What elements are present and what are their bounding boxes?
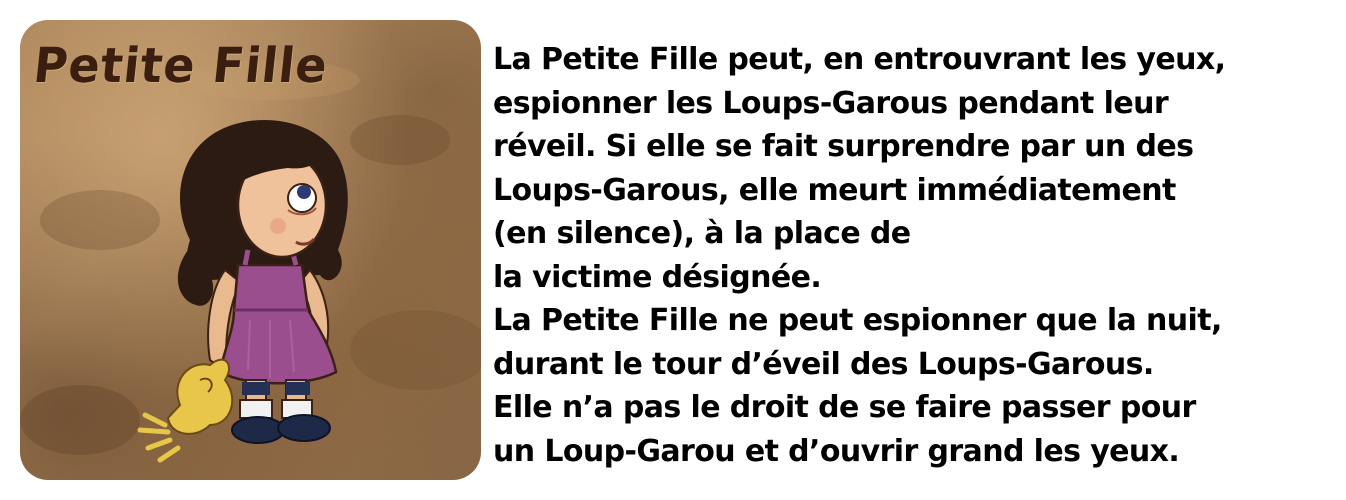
description-line: (en silence), à la place de — [493, 216, 911, 251]
description-line: La Petite Fille ne peut espionner que la… — [493, 303, 1222, 338]
description-line: espionner les Loups-Garous pendant leur — [493, 85, 1169, 121]
description-line: La Petite Fille peut, en entrouvrant les… — [493, 42, 1226, 77]
description-line: la victime désignée. — [493, 259, 822, 295]
description-line: réveil. Si elle se fait surprendre par u… — [493, 129, 1194, 164]
role-description: La Petite Fille peut, en entrouvrant les… — [493, 38, 1333, 473]
description-line: Loups-Garous, elle meurt immédiatement — [493, 172, 1176, 208]
description-line: un Loup-Garou et d’ouvrir grand les yeux… — [493, 433, 1180, 469]
description-line: Elle n’a pas le droit de se faire passer… — [493, 390, 1196, 425]
card-title: Petite Fille — [31, 36, 331, 94]
role-card: Petite Fille — [20, 20, 481, 480]
description-line: durant le tour d’éveil des Loups-Garous. — [493, 346, 1154, 382]
